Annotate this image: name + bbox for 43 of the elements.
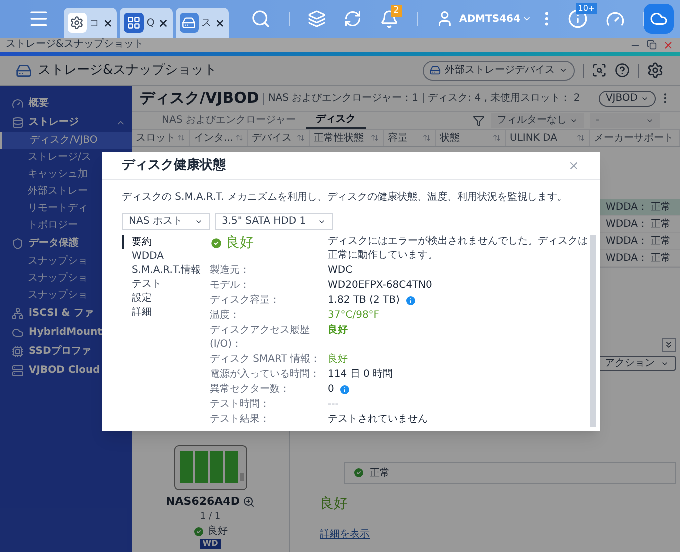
health-status: 良好 — [320, 495, 349, 514]
field-value: 良好 — [328, 324, 348, 338]
field-value: --- — [328, 398, 339, 412]
dialog-description: ディスクの S.M.A.R.T. メカニズムを利用し、ディスクの健康状態、温度、利用状況を監視します。 — [122, 190, 568, 205]
status-message: ディスクにはエラーが検出されませんでした。ディスクは正常に動作しています。 — [328, 235, 588, 263]
health-status: 良好 — [226, 235, 254, 251]
app-tab-label: ス — [202, 16, 212, 30]
table-cell-text: WDDA： 正常 — [606, 252, 672, 266]
device-name: NAS626A4D — [166, 494, 240, 510]
field-value: 良好 — [328, 353, 348, 367]
field-label: モデル： — [210, 279, 251, 293]
page-title: ディスク/VJBOD — [140, 88, 260, 110]
app-tab-label: Q — [146, 16, 155, 30]
app-tab-label: コ — [90, 16, 100, 30]
field-label: ディスクアクセス履歴 (I/O)： — [210, 324, 311, 352]
update-badge: 10+ — [576, 3, 598, 14]
table-cell-text: WDDA： 正常 — [606, 200, 672, 214]
brand-logo: WD — [200, 539, 222, 549]
field-value: 1.82 TB (2 TB) — [328, 294, 400, 308]
device-status: 良好 — [208, 524, 228, 539]
health-badge-text: 正常 — [370, 466, 390, 480]
notification-badge: 2 — [390, 4, 402, 16]
field-value: WD20EFPX-68C4TN0 — [328, 279, 432, 293]
field-value: 0 — [328, 383, 334, 397]
field-label: 電源が入っている時間： — [210, 368, 321, 382]
device-count: 1 / 1 — [200, 510, 221, 524]
field-value: テストされていません — [328, 413, 428, 427]
window-title: ストレージ&スナップショット — [6, 40, 144, 50]
field-label: 製造元： — [210, 264, 251, 278]
field-label: テスト時間： — [210, 398, 271, 412]
field-value: 114 日 0 時間 — [328, 368, 393, 382]
table-cell-text: WDDA： 正常 — [606, 234, 672, 248]
field-value: 37°C/98°F — [328, 309, 380, 323]
dialog-title: ディスク健康状態 — [122, 156, 226, 175]
field-label: テスト結果： — [210, 413, 271, 427]
field-value: WDC — [328, 264, 353, 278]
app-title: ストレージ&スナップショット — [38, 62, 218, 80]
field-label: 異常セクター数： — [210, 383, 291, 397]
field-label: 温度： — [210, 309, 241, 323]
field-label: ディスク SMART 情報： — [210, 353, 322, 367]
summary-text: NAS およびエンクロージャー：1 | ディスク: 4 , 未使用スロット： 2 — [268, 92, 580, 106]
field-label: ディスク容量： — [210, 294, 281, 308]
table-cell-text: WDDA： 正常 — [606, 218, 672, 232]
